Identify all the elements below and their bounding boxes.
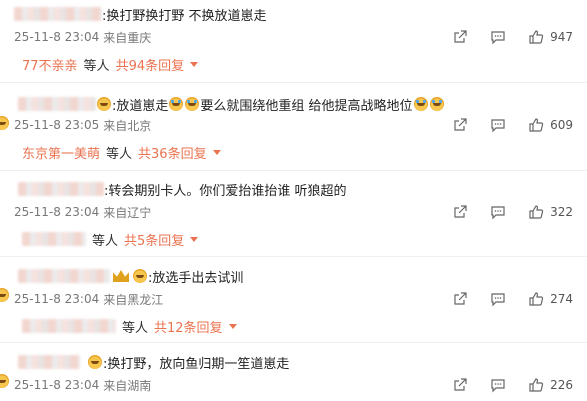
blurred-username[interactable] <box>18 182 104 196</box>
comment-icon[interactable] <box>490 117 506 133</box>
comment-icon[interactable] <box>490 291 506 307</box>
partial-avatar-icon <box>0 288 9 302</box>
crying-emoji-icon <box>413 97 428 111</box>
crown-icon <box>113 270 129 282</box>
like-count: 609 <box>550 118 573 132</box>
divider <box>0 82 587 83</box>
thumbs-up-icon[interactable] <box>528 204 544 220</box>
comment-location: 来自北京 <box>103 118 152 133</box>
comment-actions: 274 <box>430 289 573 309</box>
reply-others-label: 等人 <box>83 58 110 74</box>
reply-summary[interactable]: 等人 共12条回复 <box>22 316 237 336</box>
comment-actions: 609 <box>430 115 573 135</box>
reply-others-label: 等人 <box>92 233 119 249</box>
comment-text: :放选手出去试训 <box>148 270 244 286</box>
crying-emoji-icon <box>429 97 444 111</box>
comment-text: :换打野换打野 不换放道崽走 <box>102 8 267 24</box>
comment-header: :放道崽走 要么就围绕他重组 给他提高战略地位 <box>0 94 445 114</box>
blurred-username[interactable] <box>14 7 102 21</box>
share-icon[interactable] <box>452 29 468 45</box>
comment-date: 25-11-8 23:04 <box>14 30 100 44</box>
blurred-reply-username[interactable] <box>22 319 116 333</box>
divider <box>0 256 587 257</box>
reply-others-label: 等人 <box>122 320 149 336</box>
comment-date: 25-11-8 23:05 <box>14 118 100 132</box>
comment-location: 来自辽宁 <box>103 205 152 220</box>
thumbs-up-icon[interactable] <box>528 291 544 307</box>
chevron-down-icon[interactable] <box>212 149 221 155</box>
crying-emoji-icon <box>169 97 184 111</box>
chevron-down-icon[interactable] <box>190 236 199 242</box>
share-icon[interactable] <box>452 204 468 220</box>
reply-summary[interactable]: 77不亲亲 等人 共94条回复 <box>22 54 199 74</box>
partial-avatar-icon <box>0 374 9 388</box>
reply-summary[interactable]: 等人 共5条回复 <box>22 229 199 249</box>
reply-count[interactable]: 共36条回复 <box>138 143 207 162</box>
crying-emoji-icon <box>185 97 200 111</box>
comment-header: :转会期别卡人。你们爱抬谁抬谁 听狼超的 <box>0 179 347 199</box>
chevron-down-icon[interactable] <box>190 61 199 67</box>
comment-text: :换打野，放向鱼归期一笙道崽走 <box>103 356 290 372</box>
like-count: 274 <box>550 292 573 306</box>
like-count: 322 <box>550 205 573 219</box>
reply-count[interactable]: 共5条回复 <box>124 230 184 249</box>
comment-location: 来自重庆 <box>103 30 152 45</box>
comment-meta: 25-11-8 23:04 来自重庆 <box>14 27 151 47</box>
reply-username[interactable]: 77不亲亲 <box>22 55 78 74</box>
comment-text-continued: 要么就围绕他重组 给他提高战略地位 <box>200 98 413 114</box>
reply-username[interactable]: 东京第一美萌 <box>22 143 100 162</box>
comment-date: 25-11-8 23:04 <box>14 205 100 219</box>
comment-date: 25-11-8 23:04 <box>14 292 100 306</box>
reply-count[interactable]: 共94条回复 <box>116 55 185 74</box>
thumbs-up-icon[interactable] <box>528 377 544 393</box>
divider <box>0 170 587 171</box>
comment-header: :换打野换打野 不换放道崽走 <box>0 4 267 24</box>
comment-meta: 25-11-8 23:04 来自黑龙江 <box>14 289 163 309</box>
emoji-icon <box>88 355 102 369</box>
reply-others-label: 等人 <box>106 146 133 162</box>
comment-location: 来自黑龙江 <box>103 292 164 307</box>
emoji-icon <box>97 97 111 111</box>
share-icon[interactable] <box>452 377 468 393</box>
comment-date: 25-11-8 23:04 <box>14 378 100 392</box>
blurred-reply-username[interactable] <box>22 232 86 246</box>
divider <box>0 342 587 343</box>
reply-summary[interactable]: 东京第一美萌 等人 共36条回复 <box>22 142 221 162</box>
thumbs-up-icon[interactable] <box>528 117 544 133</box>
comment-location: 来自湖南 <box>103 378 152 393</box>
comment-meta: 25-11-8 23:04 来自湖南 <box>14 375 151 395</box>
blurred-username[interactable] <box>18 97 96 111</box>
comment-meta: 25-11-8 23:05 来自北京 <box>14 115 151 135</box>
blurred-username[interactable] <box>18 355 80 369</box>
comment-text: :转会期别卡人。你们爱抬谁抬谁 听狼超的 <box>104 183 347 199</box>
like-count: 226 <box>550 378 573 392</box>
chevron-down-icon[interactable] <box>228 323 237 329</box>
comment-header: :放选手出去试训 <box>0 266 243 286</box>
comment-icon[interactable] <box>490 204 506 220</box>
comment-actions: 226 <box>430 375 573 395</box>
like-count: 947 <box>550 30 573 44</box>
comment-actions: 947 <box>430 27 573 47</box>
emoji-icon <box>133 269 147 283</box>
share-icon[interactable] <box>452 117 468 133</box>
comment-list: :换打野换打野 不换放道崽走 25-11-8 23:04 来自重庆 947 77… <box>0 0 587 401</box>
comment-icon[interactable] <box>490 377 506 393</box>
comment-text: :放道崽走 <box>112 98 169 114</box>
comment-actions: 322 <box>430 202 573 222</box>
comment-icon[interactable] <box>490 29 506 45</box>
comment-meta: 25-11-8 23:04 来自辽宁 <box>14 202 151 222</box>
blurred-username[interactable] <box>18 269 110 283</box>
partial-avatar-icon <box>0 116 9 130</box>
share-icon[interactable] <box>452 291 468 307</box>
thumbs-up-icon[interactable] <box>528 29 544 45</box>
reply-count[interactable]: 共12条回复 <box>154 317 223 336</box>
comment-header: :换打野，放向鱼归期一笙道崽走 <box>0 352 289 372</box>
